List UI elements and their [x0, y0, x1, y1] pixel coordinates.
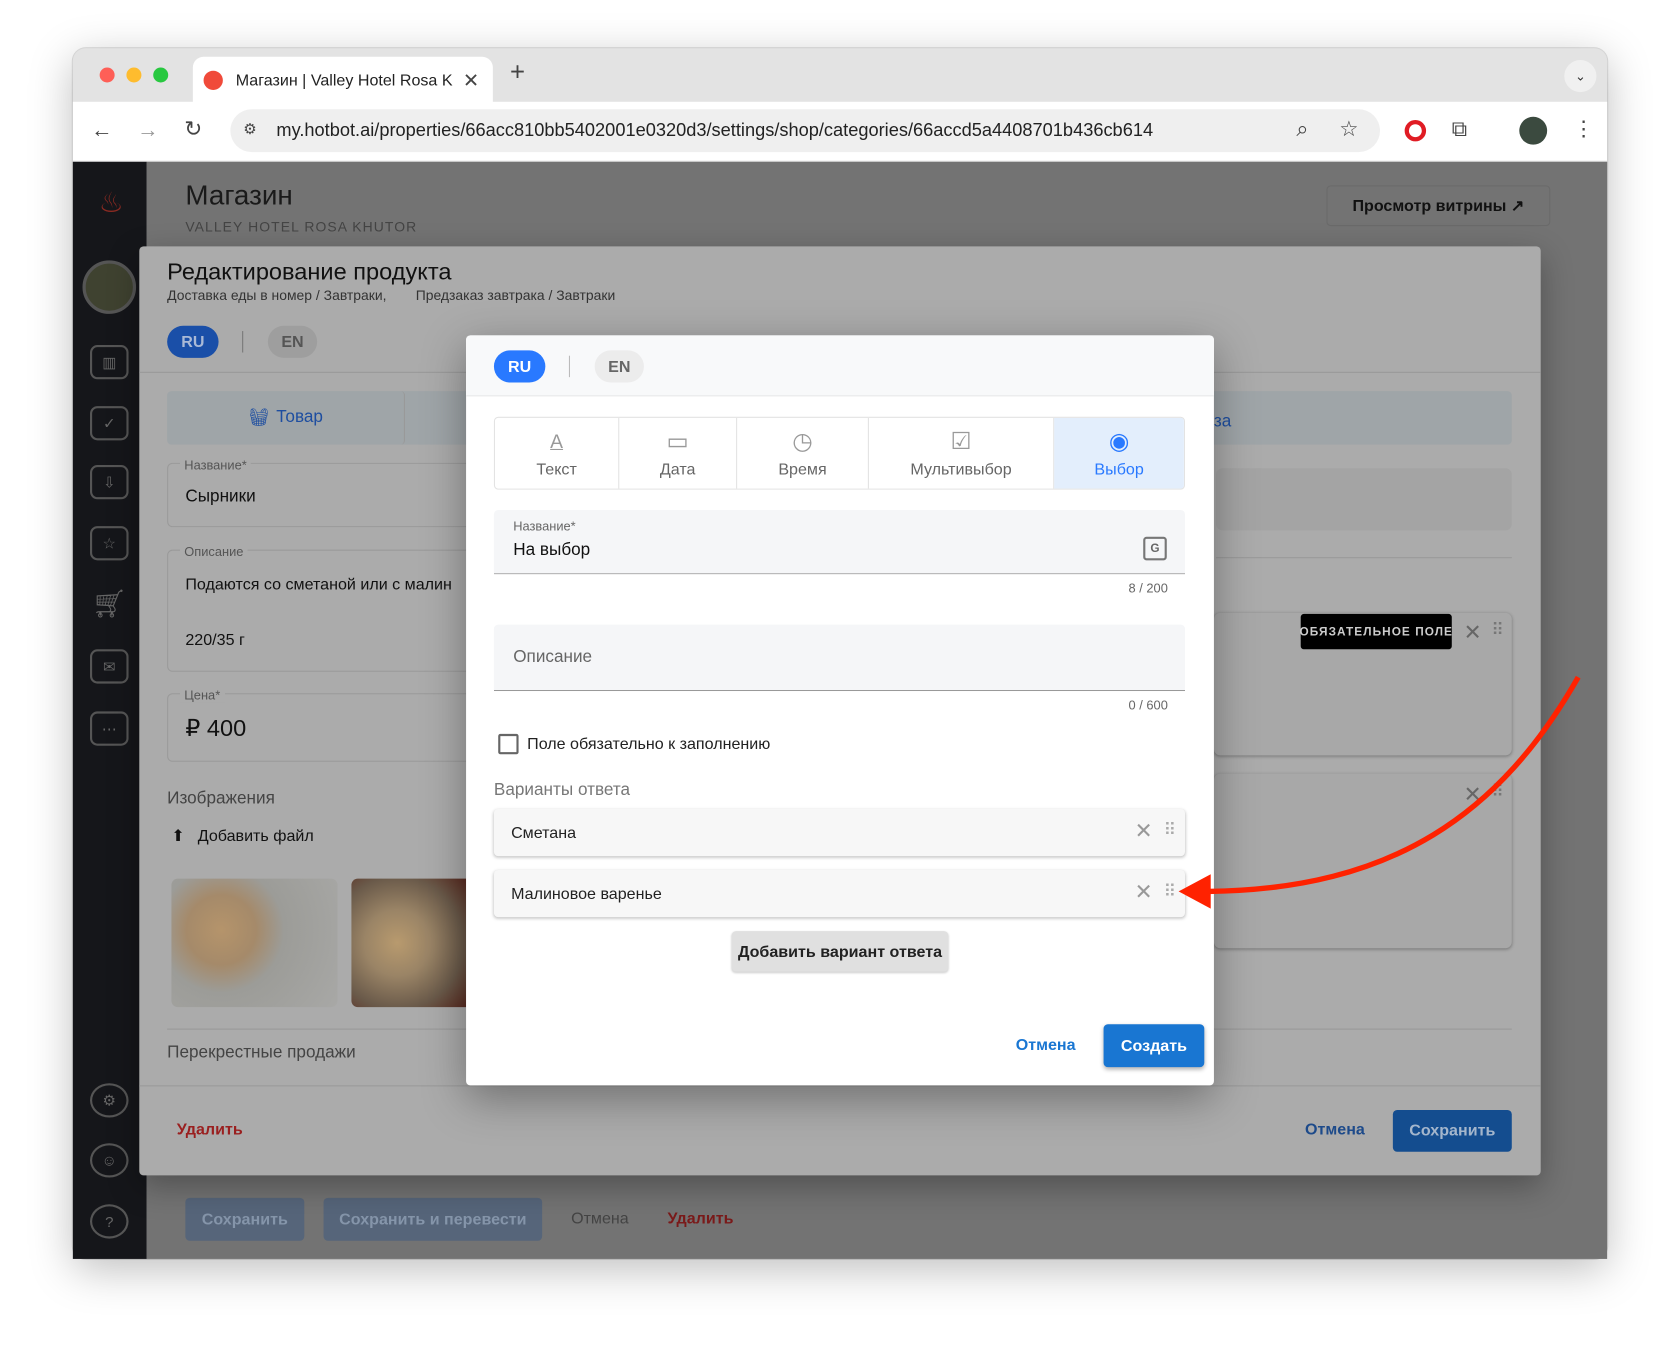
annotation-arrow-head: [1178, 874, 1211, 909]
annotation-arrow-line: [1208, 675, 1581, 895]
annotation-arrow: [1178, 675, 1581, 909]
